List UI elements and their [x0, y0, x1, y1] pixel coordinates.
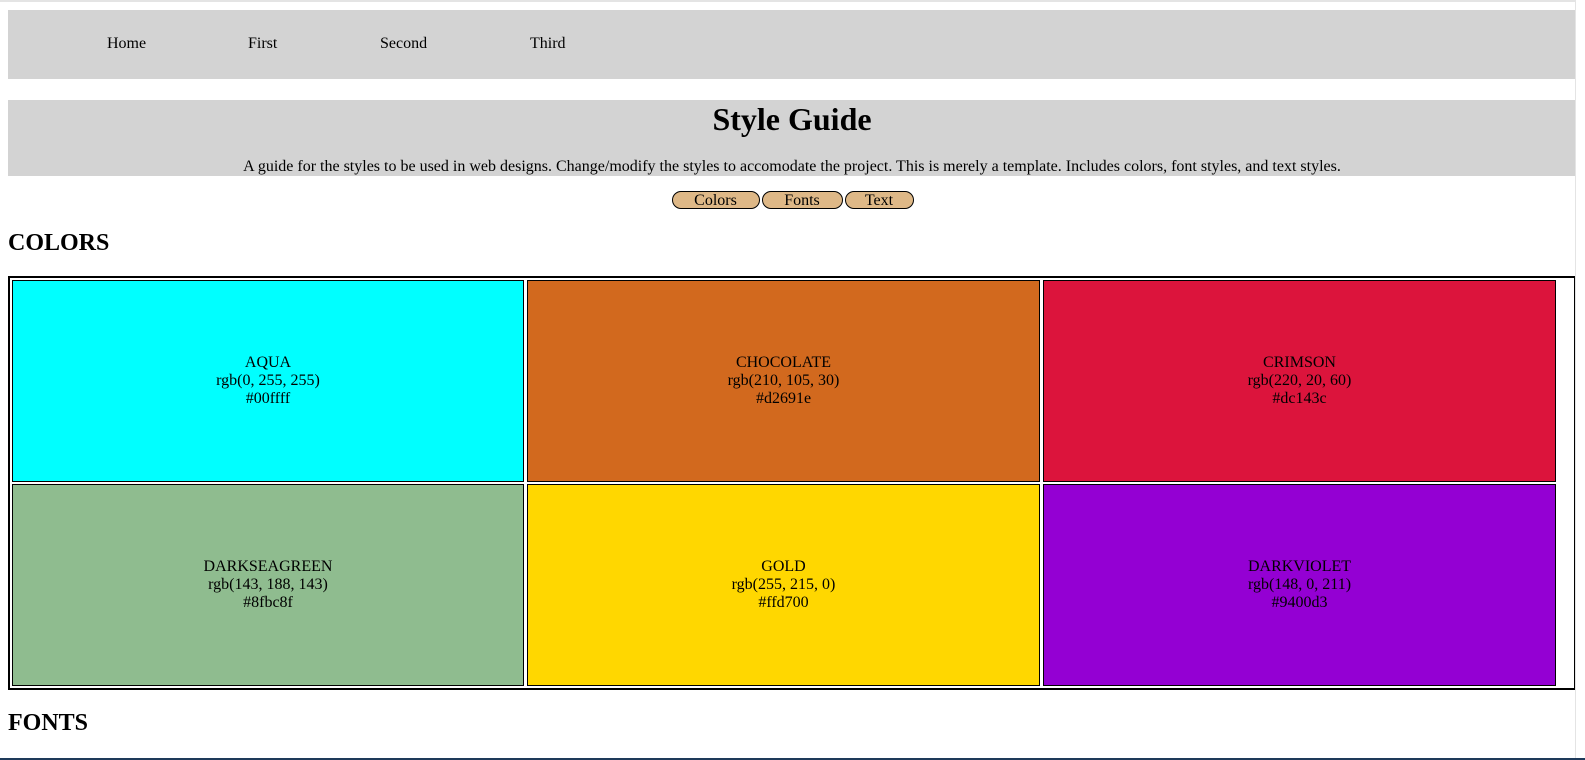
nav-link-home[interactable]: Home: [107, 35, 146, 53]
page-description: A guide for the styles to be used in web…: [243, 158, 1341, 175]
color-rgb: rgb(210, 105, 30): [727, 372, 840, 389]
color-hex: #ffd700: [758, 594, 809, 611]
color-hex: #dc143c: [1272, 390, 1327, 407]
color-rgb: rgb(148, 0, 211): [1247, 576, 1352, 593]
color-swatch-chocolate: CHOCOLATE rgb(210, 105, 30) #d2691e: [527, 280, 1040, 482]
color-rgb: rgb(255, 215, 0): [731, 576, 836, 593]
fonts-button[interactable]: Fonts: [761, 191, 843, 209]
top-navbar: Home First Second Third: [8, 10, 1576, 79]
color-name: DARKSEAGREEN: [203, 558, 333, 575]
color-hex: #00ffff: [245, 390, 291, 407]
color-swatch-darkviolet: DARKVIOLET rgb(148, 0, 211) #9400d3: [1043, 484, 1556, 686]
color-swatch-crimson: CRIMSON rgb(220, 20, 60) #dc143c: [1043, 280, 1556, 482]
color-hex: #d2691e: [755, 390, 812, 407]
color-swatch-aqua: AQUA rgb(0, 255, 255) #00ffff: [12, 280, 524, 482]
color-rgb: rgb(143, 188, 143): [208, 576, 328, 593]
nav-link-third[interactable]: Third: [530, 35, 566, 53]
color-rgb: rgb(220, 20, 60): [1247, 372, 1352, 389]
color-swatch-gold: GOLD rgb(255, 215, 0) #ffd700: [527, 484, 1040, 686]
color-rgb: rgb(0, 255, 255): [216, 372, 320, 389]
section-button-row: Colors Fonts Text: [0, 191, 1585, 211]
page-right-edge: [1575, 0, 1585, 760]
color-name: GOLD: [761, 558, 806, 575]
fonts-heading: FONTS: [8, 710, 89, 736]
page-title: Style Guide: [712, 101, 872, 137]
color-hex: #8fbc8f: [243, 594, 293, 611]
colors-heading: COLORS: [8, 230, 110, 256]
color-swatch-darkseagreen: DARKSEAGREEN rgb(143, 188, 143) #8fbc8f: [12, 484, 524, 686]
color-swatch-table: AQUA rgb(0, 255, 255) #00ffff CHOCOLATE …: [8, 276, 1576, 690]
text-button[interactable]: Text: [844, 191, 914, 209]
color-hex: #9400d3: [1271, 594, 1328, 611]
color-name: AQUA: [244, 354, 292, 371]
color-name: DARKVIOLET: [1247, 558, 1352, 575]
nav-link-second[interactable]: Second: [380, 35, 427, 53]
page-header: Style Guide A guide for the styles to be…: [8, 100, 1576, 176]
top-border: [0, 0, 1585, 2]
color-name: CHOCOLATE: [735, 354, 832, 371]
colors-button[interactable]: Colors: [671, 191, 760, 209]
nav-link-first[interactable]: First: [248, 35, 277, 53]
color-name: CRIMSON: [1263, 354, 1336, 371]
